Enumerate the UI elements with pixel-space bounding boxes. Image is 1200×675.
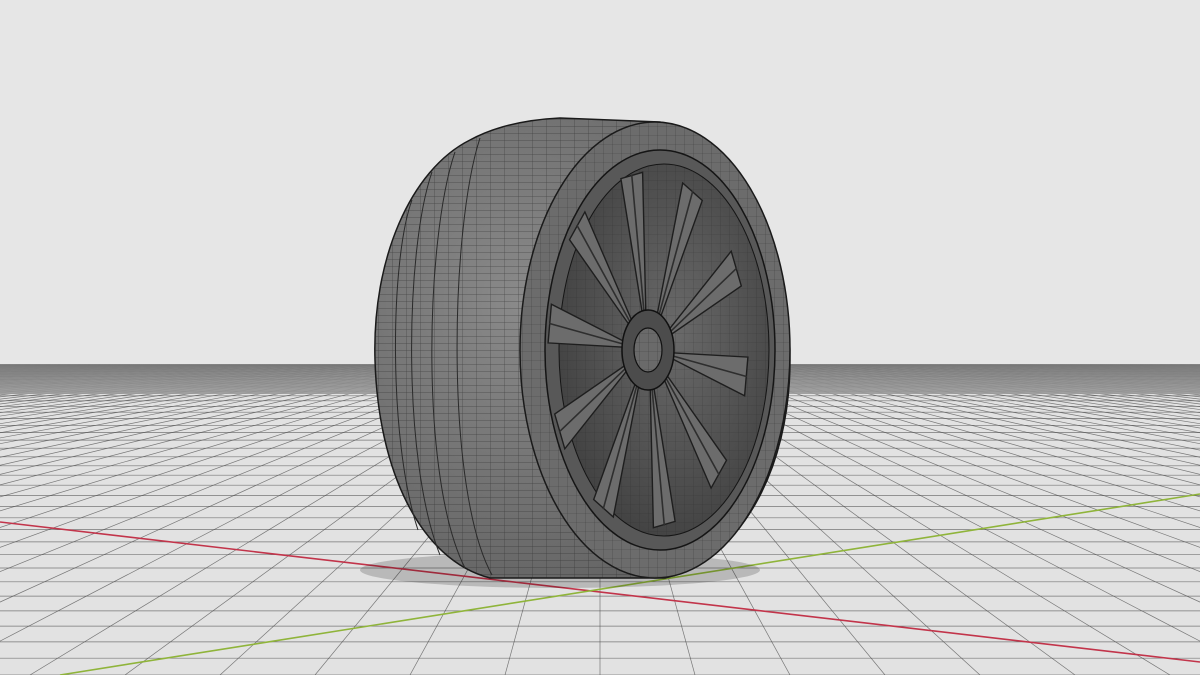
wheel-model[interactable] bbox=[374, 117, 791, 579]
3d-viewport[interactable] bbox=[0, 0, 1200, 675]
viewport-scene[interactable] bbox=[0, 0, 1200, 675]
rim-center-cap-wire bbox=[634, 328, 662, 372]
